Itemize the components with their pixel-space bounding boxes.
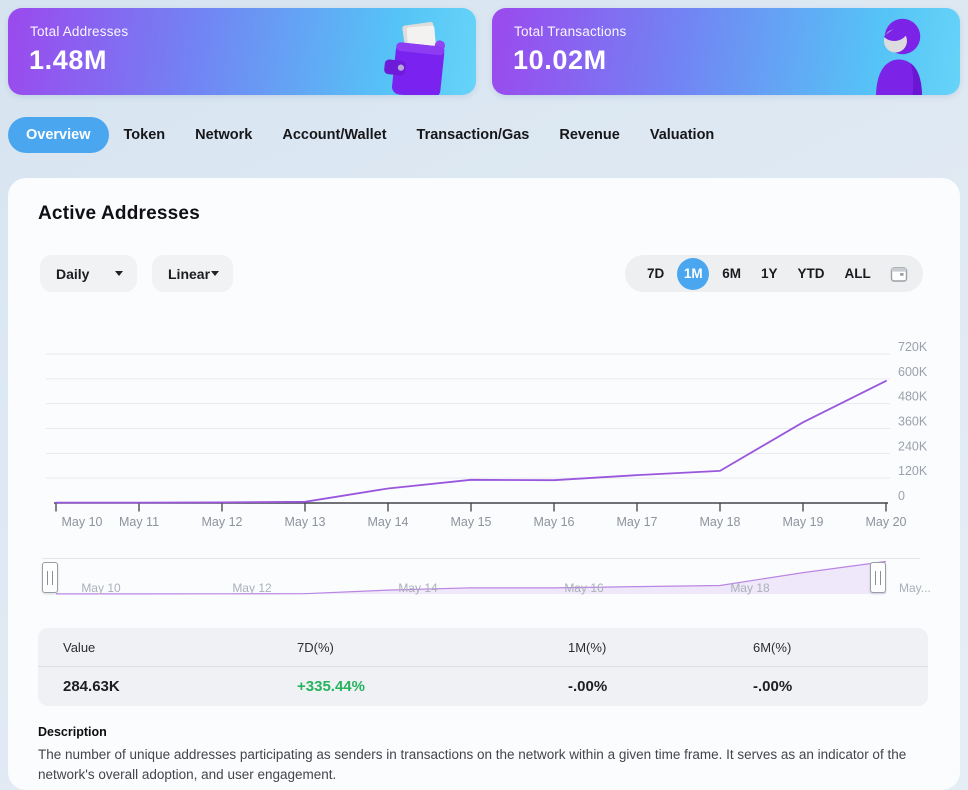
svg-text:May 11: May 11: [119, 515, 159, 529]
stat-label: Total Transactions: [514, 24, 627, 39]
brush-right-handle[interactable]: [870, 562, 886, 593]
chart-brush-navigator[interactable]: May 10 May 12 May 14 May 16 May 18 May...: [38, 558, 948, 600]
svg-text:480K: 480K: [898, 390, 928, 404]
tab-network[interactable]: Network: [180, 117, 267, 153]
tab-valuation[interactable]: Valuation: [635, 117, 729, 153]
page-title: Active Addresses: [38, 203, 200, 224]
change-7d-cell: +335.44%: [297, 678, 365, 695]
scale-select-value: Linear: [168, 265, 211, 282]
change-6m-cell: -.00%: [753, 678, 793, 695]
tab-bar: Overview Token Network Account/Wallet Tr…: [8, 117, 729, 153]
description-section: Description The number of unique address…: [38, 725, 946, 786]
svg-text:May 12: May 12: [232, 581, 272, 595]
value-cell: 284.63K: [63, 678, 120, 695]
tab-transaction-gas[interactable]: Transaction/Gas: [402, 117, 545, 153]
tab-overview[interactable]: Overview: [8, 117, 109, 153]
chevron-down-icon: [211, 271, 219, 276]
svg-text:May 17: May 17: [617, 515, 658, 529]
svg-text:May 10: May 10: [62, 515, 103, 529]
range-ytd[interactable]: YTD: [788, 266, 835, 281]
person-3d-icon: [868, 14, 930, 95]
range-6m[interactable]: 6M: [712, 266, 751, 281]
col-value: Value: [63, 639, 96, 655]
svg-text:120K: 120K: [898, 464, 928, 478]
tab-account-wallet[interactable]: Account/Wallet: [267, 117, 401, 153]
col-7d: 7D(%): [297, 639, 334, 655]
range-selector: 7D 1M 6M 1Y YTD ALL: [625, 255, 923, 292]
wallet-3d-icon: [380, 18, 458, 95]
svg-text:May...: May...: [899, 581, 931, 595]
description-text: The number of unique addresses participa…: [38, 747, 907, 783]
stat-value: 10.02M: [513, 45, 607, 75]
svg-text:May 10: May 10: [81, 581, 121, 595]
scale-select[interactable]: Linear: [152, 255, 233, 292]
grip-lines-icon: [47, 570, 53, 585]
svg-text:600K: 600K: [898, 365, 928, 379]
grip-lines-icon: [875, 570, 881, 585]
svg-text:May 18: May 18: [700, 515, 741, 529]
active-addresses-panel: Active Addresses Daily Linear 7D 1M 6M 1…: [8, 178, 960, 790]
stat-label: Total Addresses: [30, 24, 129, 39]
total-transactions-card: Total Transactions 10.02M: [492, 8, 960, 95]
chevron-down-icon: [115, 271, 123, 276]
svg-text:360K: 360K: [898, 415, 928, 429]
range-1m[interactable]: 1M: [677, 257, 710, 290]
interval-select-value: Daily: [56, 265, 90, 282]
stats-table-header: Value 7D(%) 1M(%) 6M(%): [38, 628, 928, 667]
col-1m: 1M(%): [568, 639, 607, 655]
svg-text:240K: 240K: [898, 439, 928, 453]
total-addresses-card: Total Addresses 1.48M: [8, 8, 476, 95]
active-addresses-line-chart[interactable]: 720K 600K 480K 360K 240K 120K 0 May 10 May 11 May…: [38, 330, 948, 540]
svg-text:May 12: May 12: [202, 515, 243, 529]
change-1m-cell: -.00%: [568, 678, 608, 695]
table-row: 284.63K +335.44% -.00% -.00%: [38, 667, 928, 706]
svg-text:May 20: May 20: [866, 515, 907, 529]
svg-text:May 14: May 14: [398, 581, 438, 595]
range-all[interactable]: ALL: [835, 266, 881, 281]
svg-text:May 16: May 16: [564, 581, 604, 595]
brush-left-handle[interactable]: [42, 562, 58, 593]
range-1y[interactable]: 1Y: [751, 266, 788, 281]
svg-text:May 14: May 14: [368, 515, 409, 529]
description-heading: Description: [38, 725, 107, 739]
stat-value: 1.48M: [29, 45, 108, 75]
stat-cards: Total Addresses 1.48M Total Transactions…: [8, 8, 960, 95]
svg-text:May 13: May 13: [285, 515, 326, 529]
svg-text:May 19: May 19: [783, 515, 824, 529]
svg-text:720K: 720K: [898, 340, 928, 354]
tab-revenue[interactable]: Revenue: [544, 117, 634, 153]
col-6m: 6M(%): [753, 639, 792, 655]
svg-text:May 16: May 16: [534, 515, 575, 529]
interval-select[interactable]: Daily: [40, 255, 137, 292]
svg-text:May 18: May 18: [730, 581, 770, 595]
svg-text:May 15: May 15: [451, 515, 492, 529]
stats-table: Value 7D(%) 1M(%) 6M(%) 284.63K +335.44%…: [38, 628, 928, 706]
range-7d[interactable]: 7D: [637, 266, 674, 281]
calendar-icon[interactable]: [889, 264, 909, 284]
svg-text:0: 0: [898, 489, 905, 503]
tab-token[interactable]: Token: [109, 117, 181, 153]
